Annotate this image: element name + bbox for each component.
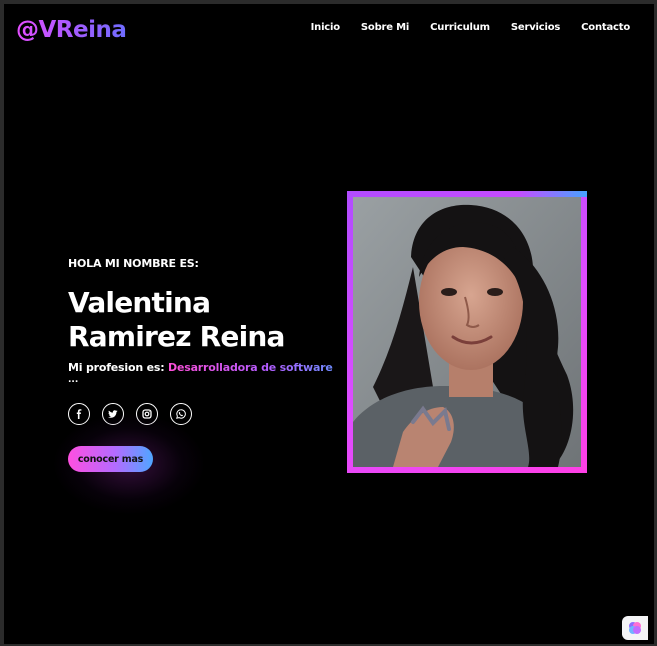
whatsapp-link[interactable] <box>170 403 192 425</box>
page: @VReina Inicio Sobre Mi Curriculum Servi… <box>4 4 654 644</box>
nav-servicios[interactable]: Servicios <box>511 22 560 33</box>
nav-inicio[interactable]: Inicio <box>311 22 340 33</box>
floating-widget[interactable] <box>622 616 648 640</box>
typing-ellipsis: ... <box>68 375 79 385</box>
hero-name: Valentina Ramirez Reina <box>68 286 285 353</box>
profession-value: Desarrolladora de software <box>168 361 333 374</box>
nav-contacto[interactable]: Contacto <box>581 22 630 33</box>
facebook-icon <box>76 409 82 419</box>
nav-curriculum[interactable]: Curriculum <box>430 22 490 33</box>
whatsapp-icon <box>176 409 186 419</box>
main-nav: Inicio Sobre Mi Curriculum Servicios Con… <box>311 22 631 33</box>
nav-sobre-mi[interactable]: Sobre Mi <box>361 22 409 33</box>
conocer-mas-button[interactable]: conocer mas <box>68 446 153 472</box>
profile-photo <box>353 197 581 467</box>
intro-text: HOLA MI NOMBRE ES: <box>68 257 199 270</box>
site-logo[interactable]: @VReina <box>16 17 127 43</box>
profession-label: Mi profesion es: <box>68 361 169 374</box>
brain-icon <box>629 622 641 634</box>
profile-photo-frame <box>347 191 587 473</box>
profession-line: Mi profesion es: Desarrolladora de softw… <box>68 361 333 374</box>
